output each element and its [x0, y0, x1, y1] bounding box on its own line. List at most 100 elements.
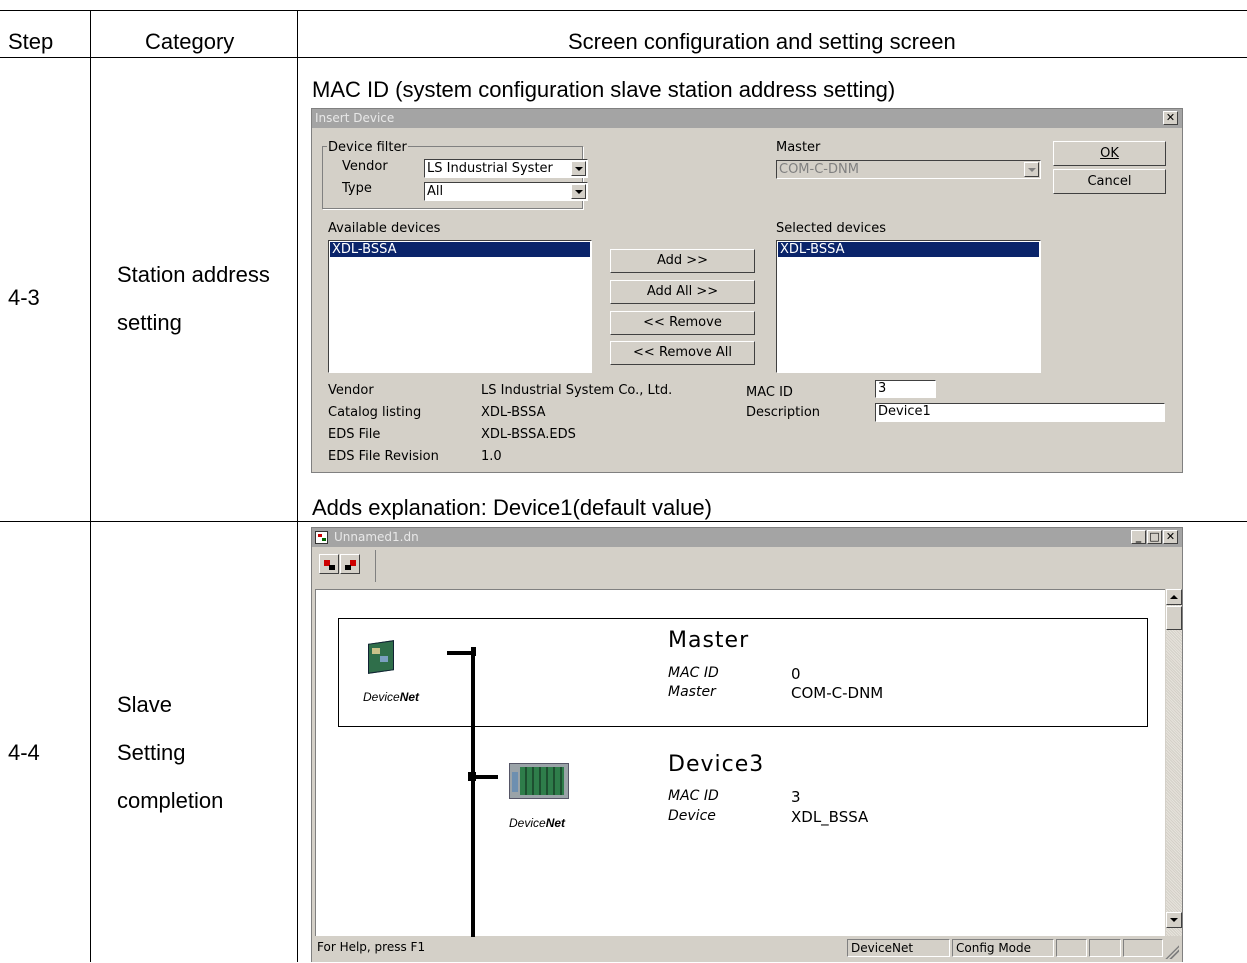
- vertical-scrollbar[interactable]: [1165, 589, 1182, 936]
- resize-grip-icon[interactable]: [1165, 945, 1179, 959]
- dialog-titlebar: Insert Device ✕: [312, 109, 1182, 128]
- row1-caption-bottom: Adds explanation: Device1(default value): [312, 495, 712, 520]
- description-label: Description: [746, 405, 821, 420]
- vendor-filter-select[interactable]: LS Industrial Syster: [424, 159, 588, 178]
- device-type-key: Device: [668, 808, 716, 824]
- close-icon[interactable]: ✕: [1163, 111, 1178, 125]
- device-mac-value: 3: [791, 788, 801, 806]
- status-pane-mode: Config Mode: [952, 939, 1054, 957]
- insert-device-dialog: Insert Device ✕ Device filter Vendor LS …: [311, 108, 1183, 473]
- info-eds-label: EDS File: [328, 427, 381, 442]
- row1-caption-top: MAC ID (system configuration slave stati…: [312, 77, 896, 102]
- available-devices-label: Available devices: [328, 221, 441, 236]
- device-node-name: Device3: [668, 752, 765, 777]
- maximize-icon[interactable]: □: [1147, 530, 1162, 544]
- mac-id-label: MAC ID: [746, 385, 793, 400]
- cancel-button[interactable]: Cancel: [1053, 169, 1166, 194]
- network-canvas[interactable]: DeviceNet Master MAC ID 0 Master COM-C-D…: [315, 589, 1165, 937]
- status-bar: For Help, press F1 DeviceNet Config Mode: [312, 937, 1182, 963]
- status-pane-empty-1: [1056, 939, 1087, 957]
- remove-button[interactable]: << Remove: [610, 311, 755, 335]
- remove-all-button-label: << Remove All: [633, 345, 732, 360]
- info-eds-rev-value: 1.0: [481, 449, 502, 464]
- row2-category-line1: Slave: [117, 692, 173, 717]
- device-mac-key: MAC ID: [668, 788, 719, 804]
- add-button[interactable]: Add >>: [610, 249, 755, 273]
- remove-button-label: << Remove: [643, 315, 722, 330]
- master-value: COM-C-DNM: [779, 162, 859, 177]
- col-divider-2: [297, 10, 298, 962]
- master-card-icon: [366, 638, 394, 674]
- table-top-border: [0, 10, 1247, 11]
- scroll-down-arrow-icon[interactable]: [1166, 912, 1182, 928]
- app-icon: [315, 531, 328, 544]
- selected-devices-label: Selected devices: [776, 221, 886, 236]
- bus-stub-master: [447, 651, 474, 655]
- info-vendor-label: Vendor: [328, 383, 374, 398]
- cancel-button-label: Cancel: [1087, 174, 1132, 189]
- network-titlebar: Unnamed1.dn _ □ ✕: [312, 528, 1182, 547]
- type-filter-label: Type: [342, 181, 372, 196]
- add-all-button-label: Add All >>: [646, 284, 719, 299]
- network-title: Unnamed1.dn: [334, 530, 419, 544]
- info-catalog-value: XDL-BSSA: [481, 405, 546, 420]
- type-filter-select[interactable]: All: [424, 182, 588, 201]
- remove-all-button[interactable]: << Remove All: [610, 341, 755, 365]
- info-vendor-value: LS Industrial System Co., Ltd.: [481, 383, 673, 398]
- toolbar: [315, 550, 376, 582]
- master-type-key: Master: [668, 684, 716, 700]
- info-eds-rev-label: EDS File Revision: [328, 449, 439, 464]
- row2-category-line3: completion: [117, 788, 224, 813]
- row-divider: [0, 521, 1247, 522]
- info-catalog-label: Catalog listing: [328, 405, 422, 420]
- row2-step: 4-4: [8, 740, 40, 765]
- master-node-name: Master: [668, 628, 750, 653]
- add-all-button[interactable]: Add All >>: [610, 280, 755, 304]
- device-devicenet-logo: DeviceNet: [509, 816, 566, 830]
- device-rack-icon[interactable]: [509, 763, 569, 799]
- col-divider-1: [90, 10, 91, 962]
- type-filter-value: All: [427, 184, 444, 199]
- mac-id-field[interactable]: 3: [875, 380, 936, 398]
- status-pane-empty-2: [1089, 939, 1121, 957]
- dialog-title: Insert Device: [315, 111, 395, 125]
- device-filter-label: Device filter: [327, 140, 408, 155]
- device-type-value: XDL_BSSA: [791, 808, 869, 826]
- list-item[interactable]: XDL-BSSA: [330, 242, 590, 257]
- available-devices-list[interactable]: XDL-BSSA: [328, 240, 592, 373]
- network-window: Unnamed1.dn _ □ ✕ DeviceNet Master MAC I…: [311, 527, 1183, 962]
- master-mac-key: MAC ID: [668, 665, 719, 681]
- row1-step: 4-3: [8, 285, 40, 310]
- bus-trunk: [471, 651, 475, 937]
- header-step: Step: [8, 29, 54, 54]
- vendor-filter-value: LS Industrial Syster: [427, 161, 553, 176]
- close-icon[interactable]: ✕: [1163, 530, 1178, 544]
- master-select[interactable]: COM-C-DNM: [776, 160, 1041, 179]
- selected-devices-list[interactable]: XDL-BSSA: [776, 240, 1041, 373]
- vendor-filter-label: Vendor: [342, 159, 388, 174]
- download-icon[interactable]: [340, 554, 360, 574]
- header-category: Category: [145, 29, 235, 54]
- chevron-down-icon[interactable]: [571, 161, 586, 176]
- header-screen: Screen configuration and setting screen: [568, 29, 956, 54]
- row2-category-line2: Setting: [117, 740, 186, 765]
- scroll-thumb[interactable]: [1166, 606, 1182, 630]
- master-label: Master: [776, 140, 821, 155]
- bus-node-device: [468, 772, 476, 781]
- row1-category-line1: Station address: [117, 262, 270, 287]
- chevron-down-icon[interactable]: [571, 184, 586, 199]
- scroll-up-arrow-icon[interactable]: [1166, 589, 1182, 605]
- master-mac-value: 0: [791, 665, 801, 683]
- master-devicenet-logo: DeviceNet: [363, 690, 420, 704]
- info-eds-value: XDL-BSSA.EDS: [481, 427, 576, 442]
- ok-button[interactable]: OK: [1053, 141, 1166, 166]
- ok-button-label: OK: [1100, 146, 1119, 161]
- chevron-down-icon[interactable]: [1024, 162, 1039, 177]
- status-pane-network: DeviceNet: [847, 939, 950, 957]
- list-item[interactable]: XDL-BSSA: [778, 242, 1039, 257]
- description-field[interactable]: Device1: [875, 403, 1165, 422]
- minimize-icon[interactable]: _: [1131, 530, 1146, 544]
- row1-category-line2: setting: [117, 310, 182, 335]
- status-help-text: For Help, press F1: [317, 940, 426, 954]
- upload-icon[interactable]: [319, 554, 339, 574]
